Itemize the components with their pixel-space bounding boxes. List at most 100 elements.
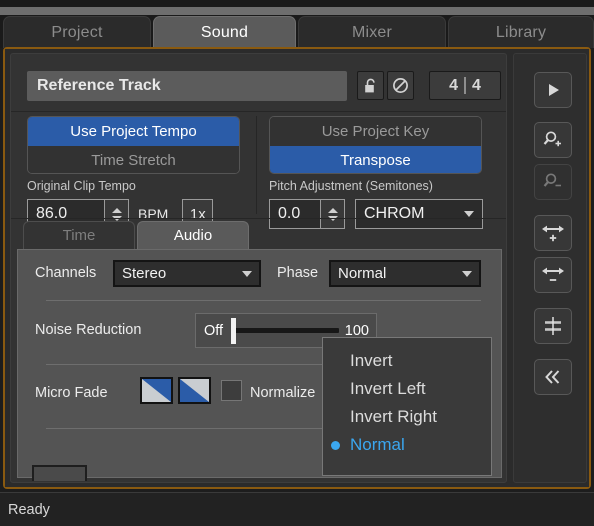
time-signature-display[interactable]: 4 4 — [429, 71, 501, 100]
chevron-down-icon — [462, 270, 472, 277]
tab-sound[interactable]: Sound — [153, 16, 296, 48]
unlock-icon[interactable] — [357, 71, 384, 100]
tempo-mode-segmented: Use Project Tempo Time Stretch — [27, 116, 240, 174]
status-bar: Ready — [0, 492, 594, 526]
tab-library-label: Library — [495, 23, 547, 41]
status-text: Ready — [8, 501, 50, 518]
selected-bullet-icon — [331, 440, 340, 450]
channels-label: Channels — [35, 265, 97, 281]
tab-library[interactable]: Library — [448, 16, 594, 48]
normalize-checkbox[interactable] — [221, 380, 242, 401]
fade-in-button[interactable] — [140, 377, 173, 404]
key-mode-segmented: Use Project Key Transpose — [269, 116, 482, 174]
widen-plus-button[interactable] — [534, 215, 572, 251]
cut-off-button[interactable] — [32, 465, 87, 481]
fade-out-button[interactable] — [178, 377, 211, 404]
divider-under-title — [11, 111, 506, 112]
tempo-group: Use Project Tempo Time Stretch Original … — [19, 114, 251, 229]
menu-item-invert-right-label: Invert Right — [350, 407, 437, 426]
tempo-unit-label: BPM — [138, 206, 169, 222]
time-sig-numerator: 4 — [449, 76, 458, 94]
use-project-tempo-label: Use Project Tempo — [70, 123, 197, 140]
tab-audio[interactable]: Audio — [137, 221, 249, 249]
tab-project[interactable]: Project — [3, 16, 151, 48]
track-name-field[interactable]: Reference Track — [27, 71, 347, 101]
widen-plus-icon — [542, 225, 564, 242]
collapse-icon — [545, 370, 560, 384]
menu-item-invert-left[interactable]: Invert Left — [323, 375, 491, 403]
transpose-button[interactable]: Transpose — [270, 146, 481, 173]
tab-mixer-label: Mixer — [351, 23, 393, 41]
time-sig-divider — [464, 77, 466, 94]
time-sig-denominator: 4 — [472, 76, 481, 94]
micro-fade-label: Micro Fade — [35, 385, 108, 401]
phase-dropdown-menu[interactable]: Invert Invert Left Invert Right Normal — [322, 337, 492, 476]
menu-item-normal[interactable]: Normal — [323, 431, 491, 459]
zoom-in-icon — [543, 131, 561, 147]
tab-sound-label: Sound — [200, 23, 249, 41]
time-stretch-label: Time Stretch — [91, 152, 176, 169]
group-divider — [256, 116, 257, 214]
bullet-icon — [331, 413, 340, 422]
tab-project-label: Project — [51, 23, 103, 41]
phase-label: Phase — [277, 265, 319, 281]
sound-panel-frame: Reference Track 4 4 Use Project Tempo Ti… — [3, 47, 591, 489]
menu-item-invert[interactable]: Invert — [323, 347, 491, 375]
phase-select[interactable]: Normal — [329, 260, 481, 287]
bullet-icon — [331, 357, 340, 366]
main-tab-bar: Project Sound Mixer Library — [0, 15, 594, 48]
normalize-label: Normalize — [250, 385, 316, 401]
fade-in-icon — [142, 379, 171, 402]
play-icon — [549, 84, 559, 96]
grid-snap-button[interactable] — [534, 308, 572, 344]
window-toolbar-strip — [0, 7, 594, 15]
channels-select[interactable]: Stereo — [113, 260, 261, 287]
fade-out-icon — [180, 379, 209, 402]
phase-value: Normal — [338, 265, 387, 282]
unlock-glyph — [364, 78, 375, 92]
play-button[interactable] — [534, 72, 572, 108]
menu-item-normal-label: Normal — [350, 435, 405, 454]
zoom-out-icon — [543, 173, 561, 187]
tool-rail — [513, 53, 587, 483]
widen-minus-button[interactable] — [534, 257, 572, 293]
tempo-stepper-up-icon[interactable] — [111, 207, 122, 213]
grid-snap-icon — [545, 317, 561, 335]
use-project-tempo-button[interactable]: Use Project Tempo — [28, 117, 239, 146]
tab-time[interactable]: Time — [23, 221, 135, 249]
slider-track — [231, 328, 339, 333]
sub-tab-bar: Time Audio — [17, 221, 502, 249]
menu-item-invert-right[interactable]: Invert Right — [323, 403, 491, 431]
tab-audio-label: Audio — [173, 227, 213, 244]
sound-panel-inner: Reference Track 4 4 Use Project Tempo Ti… — [5, 49, 589, 487]
use-project-key-button[interactable]: Use Project Key — [270, 117, 481, 146]
bullet-icon — [331, 385, 340, 394]
pitch-stepper-up-icon[interactable] — [327, 207, 338, 213]
widen-minus-icon — [542, 267, 564, 281]
key-group: Use Project Key Transpose Pitch Adjustme… — [261, 114, 499, 229]
zoom-out-button[interactable] — [534, 164, 572, 200]
tab-time-label: Time — [62, 227, 96, 244]
pitch-adjustment-label: Pitch Adjustment (Semitones) — [269, 179, 433, 193]
divider-above-subtabs — [11, 218, 506, 219]
noise-reduction-label: Noise Reduction — [35, 322, 142, 338]
zoom-in-button[interactable] — [534, 122, 572, 158]
chevron-down-icon — [464, 211, 474, 217]
slider-handle[interactable] — [231, 317, 237, 344]
track-title-row: Reference Track 4 4 — [19, 62, 501, 108]
menu-item-invert-left-label: Invert Left — [350, 379, 426, 398]
time-stretch-button[interactable]: Time Stretch — [28, 146, 239, 173]
application-window: Project Sound Mixer Library Reference Tr… — [0, 0, 594, 526]
no-entry-glyph — [393, 78, 408, 93]
collapse-button[interactable] — [534, 359, 572, 395]
menu-item-invert-label: Invert — [350, 351, 393, 370]
use-project-key-label: Use Project Key — [321, 123, 430, 140]
no-entry-icon[interactable] — [387, 71, 414, 100]
transpose-label: Transpose — [340, 152, 411, 169]
channels-value: Stereo — [122, 265, 167, 282]
chevron-down-icon — [242, 270, 252, 277]
divider-1 — [46, 300, 481, 301]
noise-min-label: Off — [204, 322, 224, 339]
window-top-edge — [0, 0, 594, 7]
tab-mixer[interactable]: Mixer — [298, 16, 446, 48]
